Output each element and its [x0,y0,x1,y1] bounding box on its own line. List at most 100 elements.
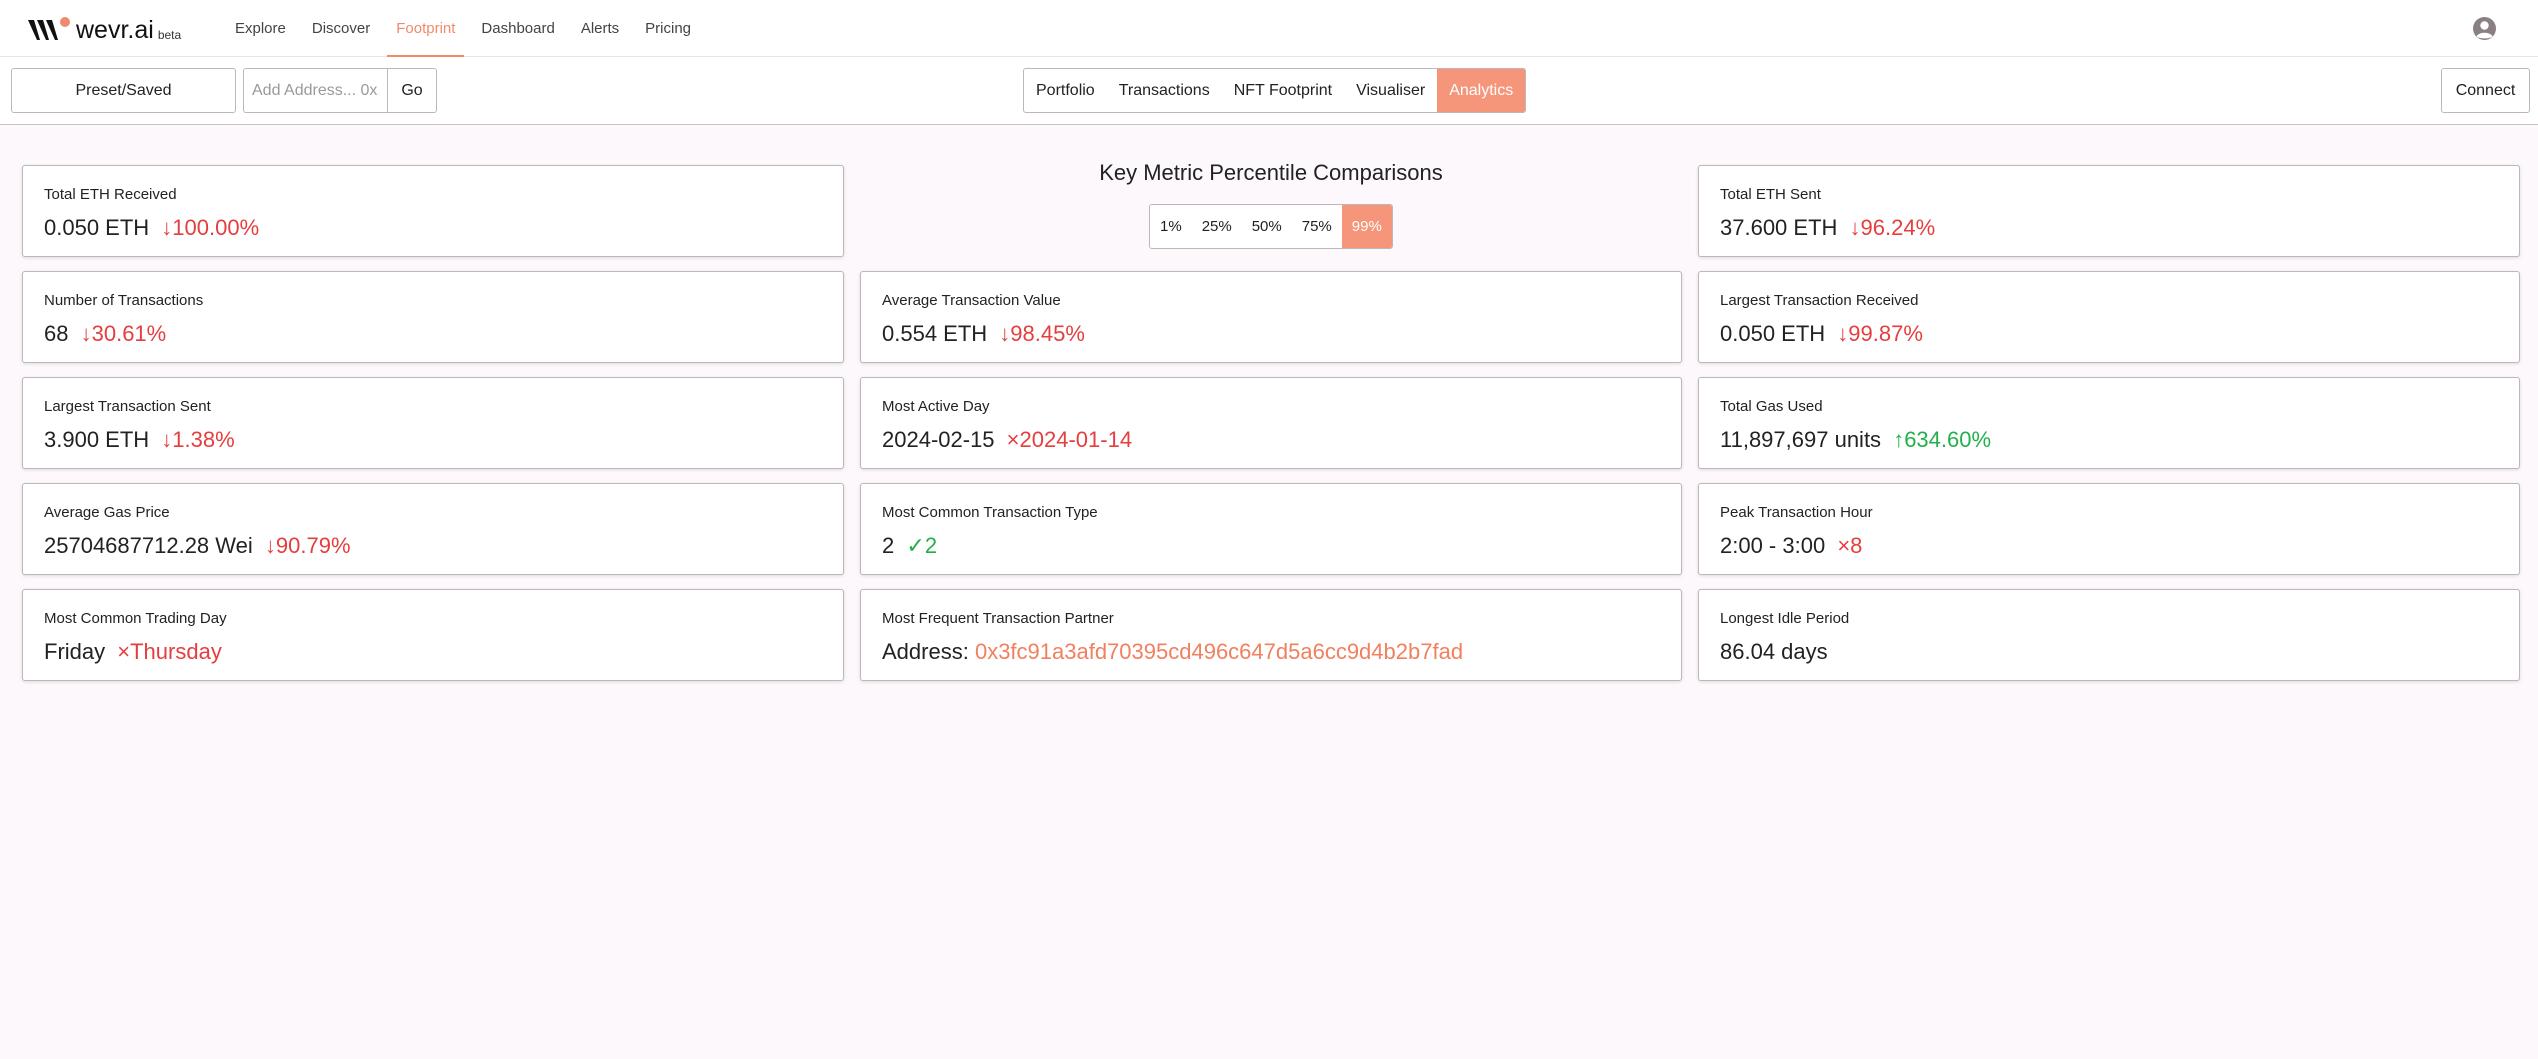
metric-comparison-value: Thursday [130,639,222,664]
metric-card-most-common-transaction-type: Most Common Transaction Type 2 ✓2 [860,483,1682,575]
metric-card-largest-transaction-sent: Largest Transaction Sent 3.900 ETH ↓1.38… [22,377,844,469]
metric-value: 0.050 ETH [44,215,150,240]
main-nav: Explore Discover Footprint Dashboard Ale… [222,0,704,57]
metric-label: Most Common Transaction Type [882,504,1098,521]
metric-percentile-diff: 99.87% [1848,321,1923,346]
percentile-50[interactable]: 50% [1242,205,1292,248]
metric-value-row: 0.554 ETH ↓98.45% [882,321,1085,347]
metric-value-row: 25704687712.28 Wei ↓90.79% [44,533,351,559]
nav-discover[interactable]: Discover [299,0,383,57]
metric-card-largest-transaction-received: Largest Transaction Received 0.050 ETH ↓… [1698,271,2520,363]
metric-value-row: 0.050 ETH ↓100.00% [44,215,259,241]
partner-address-link[interactable]: 0x3fc91a3afd70395cd496c647d5a6cc9d4b2b7f… [975,639,1463,664]
tab-visualiser[interactable]: Visualiser [1344,69,1437,112]
metric-label: Largest Transaction Received [1720,292,1919,309]
connect-wallet-button[interactable]: Connect [2441,68,2530,113]
down-arrow-icon: ↓ [1837,321,1849,346]
footprint-tabs: Portfolio Transactions NFT Footprint Vis… [1023,68,1527,113]
metric-value: 68 [44,321,69,346]
metric-value-prefix: Address: [882,639,969,664]
metric-percentile-diff: 1.38% [172,427,235,452]
nav-footprint[interactable]: Footprint [383,0,468,57]
down-arrow-icon: ↓ [80,321,92,346]
metric-value-row: Friday ×Thursday [44,639,222,665]
metric-value-row: Address: 0x3fc91a3afd70395cd496c647d5a6c… [882,639,1463,665]
metric-value-row: 2024-02-15 ×2024-01-14 [882,427,1132,453]
beta-badge: beta [157,28,182,42]
preset-saved-button[interactable]: Preset/Saved [11,68,236,113]
metric-percentile-diff: 634.60% [1904,427,1992,452]
percentile-99[interactable]: 99% [1341,205,1392,248]
metric-label: Longest Idle Period [1720,610,1850,627]
check-icon: ✓ [906,533,925,558]
nav-pricing[interactable]: Pricing [632,0,704,57]
metric-card-most-frequent-partner: Most Frequent Transaction Partner Addres… [860,589,1682,681]
metric-value: 2:00 - 3:00 [1720,533,1826,558]
metric-value-row: 3.900 ETH ↓1.38% [44,427,235,453]
down-arrow-icon: ↓ [264,533,276,558]
metric-percentile-diff: 100.00% [172,215,260,240]
metric-comparison-value: 8 [1850,533,1863,558]
metric-label: Total ETH Sent [1720,186,1821,203]
metric-value: 3.900 ETH [44,427,150,452]
comparison-title: Key Metric Percentile Comparisons [1099,160,1443,185]
cross-icon: × [117,639,131,664]
metric-label: Total ETH Received [44,186,177,203]
comparison-header: Key Metric Percentile Comparisons [860,160,1682,186]
go-button[interactable]: Go [387,68,437,113]
metric-value-row: 37.600 ETH ↓96.24% [1720,215,1935,241]
percentile-25[interactable]: 25% [1192,205,1242,248]
metric-card-average-transaction-value: Average Transaction Value 0.554 ETH ↓98.… [860,271,1682,363]
metric-value-row: 68 ↓30.61% [44,321,166,347]
down-arrow-icon: ↓ [1849,215,1861,240]
metric-card-most-common-trading-day: Most Common Trading Day Friday ×Thursday [22,589,844,681]
nav-dashboard[interactable]: Dashboard [468,0,567,57]
metric-label: Most Frequent Transaction Partner [882,610,1114,627]
metric-label: Average Gas Price [44,504,170,521]
metric-value-row: 2:00 - 3:00 ×8 [1720,533,1862,559]
down-arrow-icon: ↓ [999,321,1011,346]
user-circle-icon[interactable] [2472,16,2497,41]
metric-card-most-active-day: Most Active Day 2024-02-15 ×2024-01-14 [860,377,1682,469]
metric-value: 86.04 days [1720,639,1828,664]
nav-explore[interactable]: Explore [222,0,299,57]
metric-value: 11,897,697 units [1720,427,1882,452]
metric-value: 37.600 ETH [1720,215,1838,240]
wevr-logo-icon [28,16,72,44]
percentile-1[interactable]: 1% [1150,205,1192,248]
tab-nft-footprint[interactable]: NFT Footprint [1222,69,1344,112]
metric-value: 0.554 ETH [882,321,988,346]
metric-label: Total Gas Used [1720,398,1823,415]
metric-value: 25704687712.28 Wei [44,533,253,558]
metric-label: Average Transaction Value [882,292,1061,309]
top-navbar: wevr.ai beta Explore Discover Footprint … [0,0,2538,57]
cross-icon: × [1837,533,1851,558]
metric-card-total-gas-used: Total Gas Used 11,897,697 units ↑634.60% [1698,377,2520,469]
metric-card-number-of-transactions: Number of Transactions 68 ↓30.61% [22,271,844,363]
nav-alerts[interactable]: Alerts [568,0,632,57]
address-input[interactable] [243,68,387,113]
metric-comparison-value: 2024-01-14 [1019,427,1133,452]
metric-label: Most Common Trading Day [44,610,227,627]
metric-comparison-value: 2 [924,533,938,558]
down-arrow-icon: ↓ [161,215,173,240]
metric-card-longest-idle-period: Longest Idle Period 86.04 days [1698,589,2520,681]
tab-transactions[interactable]: Transactions [1107,69,1222,112]
metric-card-total-eth-sent: Total ETH Sent 37.600 ETH ↓96.24% [1698,165,2520,257]
metric-card-average-gas-price: Average Gas Price 25704687712.28 Wei ↓90… [22,483,844,575]
metric-label: Number of Transactions [44,292,204,309]
metric-label: Peak Transaction Hour [1720,504,1873,521]
metric-label: Most Active Day [882,398,990,415]
metric-value: 2024-02-15 [882,427,995,452]
metric-value: Friday [44,639,106,664]
metric-percentile-diff: 96.24% [1860,215,1936,240]
brand-logo[interactable]: wevr.ai beta [28,12,181,44]
percentile-75[interactable]: 75% [1292,205,1342,248]
metric-value-row: 2 ✓2 [882,533,937,559]
metric-value-row: 0.050 ETH ↓99.87% [1720,321,1923,347]
tab-analytics[interactable]: Analytics [1437,69,1526,112]
tab-portfolio[interactable]: Portfolio [1024,69,1107,112]
metric-card-total-eth-received: Total ETH Received 0.050 ETH ↓100.00% [22,165,844,257]
percentile-selector: 1% 25% 50% 75% 99% [1149,204,1393,249]
metric-label: Largest Transaction Sent [44,398,211,415]
